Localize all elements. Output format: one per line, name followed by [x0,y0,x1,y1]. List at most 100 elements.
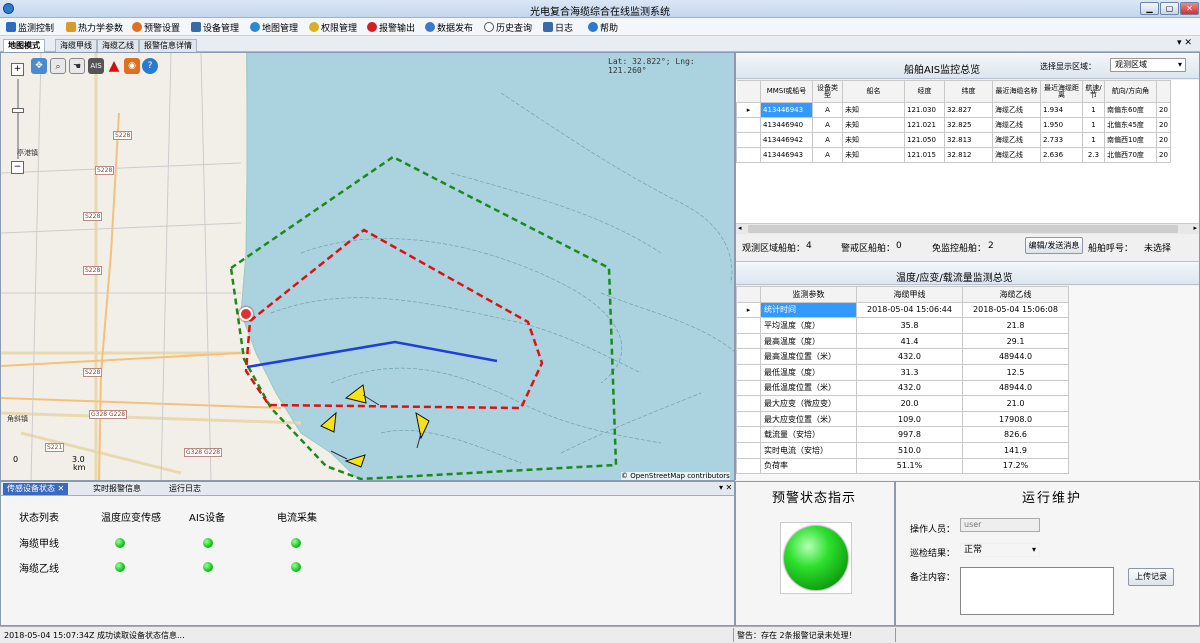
row-selector [736,132,761,148]
maximize-button[interactable]: ▢ [1160,2,1179,15]
tab-run-log[interactable]: 运行日志 [165,483,205,495]
close-button[interactable]: ✕ [1180,2,1199,15]
zoom-slider-track[interactable] [17,79,19,159]
scale-zero: 0 [13,455,19,464]
param-cell: 载流量（安培） [760,426,857,443]
horizontal-scrollbar[interactable]: ◂ ▸ [736,223,1199,234]
column-header[interactable]: 最近海缆名称 [992,80,1041,103]
close-tabs-icon[interactable]: ▾ ✕ [1177,38,1192,48]
value-cell: 31.3 [856,363,963,381]
ais-cell: 121.030 [904,102,945,118]
param-cell: 最大应变位置（米） [760,410,857,428]
zoom-icon[interactable]: ⌕ [50,58,66,74]
table-row[interactable]: 最低温度（度） 31.3 12.5 [736,363,1069,381]
menu-device[interactable]: 设备管理 [191,21,239,34]
zoom-in-button[interactable]: + [11,63,24,76]
pan-icon[interactable]: ✥ [31,58,47,74]
ais-cell: 1.950 [1040,117,1083,133]
menu-alarm-output[interactable]: 报警输出 [367,21,415,34]
row-selector [736,379,761,397]
menu-thermo[interactable]: 热力学参数 [66,21,123,34]
close-tab-icon[interactable]: ✕ [58,484,65,493]
tab-cable-b[interactable]: 海缆乙线 [97,39,139,52]
column-header[interactable]: 航向/方向角 [1104,80,1157,103]
table-row[interactable]: 最低温度位置（米） 432.0 48944.0 [736,379,1069,397]
table-row[interactable]: 负荷率 51.1% 17.2% [736,457,1069,475]
note-textarea[interactable] [960,567,1114,615]
table-row[interactable]: 实时电流（安培） 510.0 141.9 [736,441,1069,459]
param-cell: 最低温度（度） [760,363,857,381]
column-header[interactable]: MMSI或船号 [760,80,813,103]
column-header[interactable]: 最近海缆距离 [1040,80,1083,103]
device-icon [191,22,201,32]
table-row[interactable]: 413446940 A 未知 121.021 32.825 海缆乙线 1.950… [736,117,1171,133]
table-row[interactable]: ▸ 统计时间 2018-05-04 15:06:44 2018-05-04 15… [736,301,1069,319]
tab-cable-a[interactable]: 海缆甲线 [55,39,97,52]
tab-map-mode[interactable]: 地图模式 [3,39,45,52]
table-row[interactable]: 最高温度位置（米） 432.0 48944.0 [736,348,1069,365]
zoom-out-button[interactable]: − [11,161,24,174]
column-header[interactable]: 海缆乙线 [962,286,1069,303]
exempt-count: 2 [988,241,994,251]
ais-cell: 20 [1156,102,1171,118]
zoom-slider-handle[interactable] [12,108,24,113]
menu-log[interactable]: 日志 [543,21,573,34]
column-header[interactable]: 航速/节 [1082,80,1105,103]
menu-help[interactable]: 帮助 [588,21,618,34]
camera-icon[interactable]: ◉ [124,58,140,74]
column-header[interactable]: 监测参数 [760,286,857,303]
scroll-thumb[interactable] [748,225,1178,233]
panel-menu-icon[interactable]: ▾ ✕ [719,483,732,492]
minimize-button[interactable]: ▁ [1140,2,1159,15]
ais-cell: 2.636 [1040,147,1083,163]
menu-permission[interactable]: 权限管理 [309,21,357,34]
menu-monitor[interactable]: 监测控制 [6,21,54,34]
menu-history[interactable]: 历史查询 [484,21,532,34]
column-header[interactable]: 经度 [904,80,945,103]
table-row[interactable]: 413446943 A 未知 121.015 32.812 海缆乙线 2.636… [736,147,1171,163]
cable-endpoint-marker[interactable] [239,307,253,321]
column-header[interactable]: 船名 [842,80,905,103]
menu-alert-settings[interactable]: 预警设置 [132,21,180,34]
hand-icon[interactable]: ☚ [69,58,85,74]
table-row[interactable]: 最大应变位置（米） 109.0 17908.0 [736,410,1069,428]
road-label: S228 [113,131,133,140]
result-select[interactable]: 正常 ▾ [960,543,1040,557]
help-icon[interactable]: ? [142,58,158,74]
ais-cell: 北偏西70度 [1104,147,1157,163]
edit-send-message-button[interactable]: 编辑/发送消息 [1025,237,1083,254]
ais-header: 船舶AIS监控总览 选择显示区域： 观测区域 ▾ [736,53,1199,79]
tab-sensor-status[interactable]: 传感设备状态 ✕ [3,483,69,495]
row-label: 海缆乙线 [19,564,59,575]
tab-alarm-details[interactable]: 报警信息详情 [139,39,197,52]
ais-cell: 未知 [842,147,905,163]
ais-cell: 海缆乙线 [992,147,1041,163]
area-select[interactable]: 观测区域 ▾ [1110,58,1186,72]
table-row[interactable]: 平均温度（度） 35.8 21.8 [736,317,1069,334]
ais-cell: A [812,117,843,133]
upload-record-button[interactable]: 上传记录 [1128,568,1174,586]
table-row[interactable]: 载流量（安培） 997.8 826.6 [736,426,1069,443]
tab-realtime-alarms[interactable]: 实时报警信息 [89,483,145,495]
column-header[interactable]: 海缆甲线 [856,286,963,303]
scroll-right-icon[interactable]: ▸ [1193,224,1197,232]
monitor-icon [6,22,16,32]
warning-icon[interactable]: ▲ [106,58,122,74]
ais-icon[interactable]: AIS [88,58,104,74]
column-header[interactable]: 设备类型 [812,80,843,103]
row-pointer-icon: ▸ [736,301,761,319]
table-row[interactable]: 最高温度（度） 41.4 29.1 [736,332,1069,350]
menu-map[interactable]: 地图管理 [250,21,298,34]
table-row[interactable]: 最大应变（微应变） 20.0 21.0 [736,395,1069,412]
column-header[interactable]: 纬度 [944,80,993,103]
table-row[interactable]: 413446942 A 未知 121.050 32.813 海缆乙线 2.733… [736,132,1171,148]
param-cell: 统计时间 [760,301,857,319]
value-cell: 48944.0 [962,379,1069,397]
map-view[interactable]: Lat: 32.822°; Lng: 121.260° + − ✥ ⌕ ☚ AI… [0,52,735,481]
row-selector-header [736,286,761,303]
scroll-left-icon[interactable]: ◂ [738,224,742,232]
table-row[interactable]: ▸ 413446943 A 未知 121.030 32.827 海缆乙线 1.9… [736,102,1171,118]
ais-cell: 未知 [842,102,905,118]
row-selector [736,363,761,381]
menu-publish[interactable]: 数据发布 [425,21,473,34]
